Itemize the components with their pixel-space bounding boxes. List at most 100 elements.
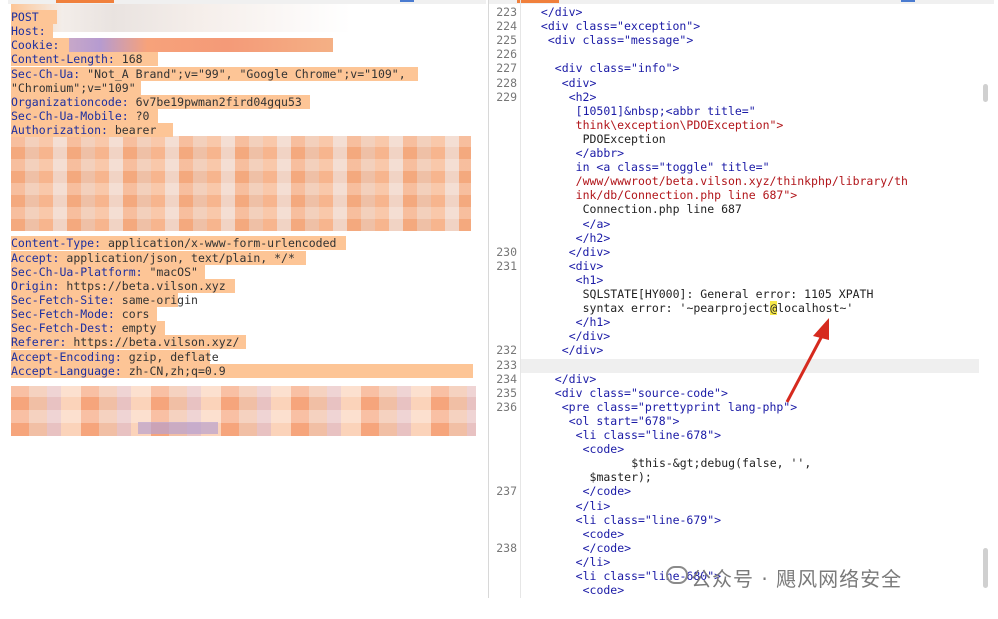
header-line: Organizationcode: 6v7be19pwman2fird04gqu… bbox=[11, 94, 310, 109]
header-value: 168 bbox=[114, 52, 143, 67]
code-line: <h2> bbox=[568, 89, 597, 104]
line-number: 231 bbox=[496, 258, 517, 273]
header-line: Content-Type: application/x-www-form-url… bbox=[11, 236, 346, 251]
code-line: <li class="line-678"> bbox=[575, 428, 722, 442]
code-line: <div class="message"> bbox=[547, 33, 694, 48]
header-name: Referer: bbox=[11, 335, 67, 350]
active-tab-indicator[interactable] bbox=[517, 0, 559, 3]
header-value: "Not_A Brand";v="99", "Google Chrome";v=… bbox=[80, 66, 406, 81]
code-line: </abbr> bbox=[575, 146, 625, 160]
code-line: <pre class="prettyprint lang-php"> bbox=[561, 399, 798, 414]
header-name: Content-Length: bbox=[11, 52, 115, 67]
scrollbar-thumb-lower[interactable] bbox=[983, 548, 988, 588]
wechat-icon bbox=[666, 566, 688, 584]
code-line: ink/db/Connection.php line 687"> bbox=[575, 188, 798, 203]
header-value: https://beta.vilson.xyz bbox=[59, 278, 226, 293]
code-line: <li class="line-679"> bbox=[575, 512, 722, 527]
code-line: <ol start="678"> bbox=[568, 413, 680, 428]
code-line: </h2> bbox=[575, 230, 611, 245]
header-name: Cookie: bbox=[11, 38, 60, 53]
redacted-area bbox=[68, 38, 333, 52]
header-name: Accept-Language: bbox=[11, 363, 122, 378]
header-name: POST bbox=[11, 10, 39, 24]
header-name: Sec-Fetch-Dest: bbox=[11, 321, 115, 336]
header-name: Sec-Ch-Ua: bbox=[11, 66, 81, 81]
redacted-area bbox=[11, 4, 351, 32]
redacted-area bbox=[138, 422, 218, 434]
header-name: Sec-Ch-Ua-Platform: bbox=[11, 264, 143, 279]
watermark: 公众号 · 飓风网络安全 bbox=[691, 567, 903, 591]
line-number: 229 bbox=[496, 89, 517, 104]
code-line: think\exception\PDOException"> bbox=[575, 117, 784, 132]
header-name: Sec-Fetch-Mode: bbox=[11, 307, 115, 322]
code-line: Connection.php line 687 bbox=[582, 202, 742, 217]
header-line: Sec-Ch-Ua: "Not_A Brand";v="99", "Google… bbox=[11, 66, 418, 81]
header-line: Accept-Encoding: gzip, deflate bbox=[11, 349, 219, 364]
code-line: <div> bbox=[561, 75, 597, 90]
header-name: Sec-Ch-Ua-Mobile: bbox=[11, 109, 129, 124]
header-line: Accept-Language: zh-CN,zh;q=0.9 bbox=[11, 363, 473, 378]
header-line: Origin: https://beta.vilson.xyz bbox=[11, 278, 235, 293]
header-line: Content-Length: 168 bbox=[11, 52, 158, 67]
header-value: https://beta.vilson.xyz/ bbox=[66, 335, 240, 350]
line-number: 227 bbox=[496, 61, 517, 76]
line-number: 235 bbox=[496, 385, 517, 400]
header-line: Authorization: bearer bbox=[11, 123, 173, 138]
code-line: SQLSTATE[HY000]: General error: 1105 XPA… bbox=[582, 287, 874, 301]
code-line: </div> bbox=[540, 5, 583, 19]
code-line: </code> bbox=[582, 484, 632, 499]
header-line: Sec-Ch-Ua-Mobile: ?0 bbox=[11, 109, 158, 124]
code-line: syntax error: '~pearproject bbox=[582, 301, 770, 316]
redacted-area-overlay bbox=[11, 386, 476, 436]
code-line: </div> bbox=[554, 371, 597, 386]
header-value: ?0 bbox=[128, 109, 150, 124]
header-value: application/json, text/plain, */* bbox=[59, 250, 295, 265]
header-line: Sec-Fetch-Site: same-origin bbox=[11, 293, 198, 307]
code-line: <div> bbox=[568, 258, 604, 273]
header-name: Authorization: bbox=[11, 123, 108, 138]
code-line: <div class="info"> bbox=[554, 61, 680, 76]
code-line: </div> bbox=[568, 244, 611, 259]
code-line: in <a class="toggle" title=" bbox=[575, 160, 770, 175]
scrollbar-thumb[interactable] bbox=[983, 84, 988, 102]
line-number: 230 bbox=[496, 244, 517, 259]
code-line: /www/wwwroot/beta.vilson.xyz/thinkphp/li… bbox=[575, 174, 908, 189]
code-line: <h1> bbox=[575, 272, 604, 287]
header-value: empty bbox=[114, 321, 157, 336]
code-line: $master); bbox=[589, 470, 652, 485]
request-pane: POST Host: Cookie: Content-Length: 168 Sec-C… bbox=[8, 0, 486, 598]
header-line: Accept: application/json, text/plain, */… bbox=[11, 250, 306, 265]
header-name: Sec-Fetch-Site: bbox=[11, 293, 115, 307]
tab-link[interactable] bbox=[901, 0, 915, 2]
header-line: Cookie: bbox=[11, 38, 69, 53]
code-line: <div class="exception"> bbox=[540, 19, 701, 34]
header-value: bearer bbox=[107, 123, 157, 138]
redacted-area-overlay bbox=[11, 136, 471, 231]
line-number: 233 bbox=[496, 357, 517, 372]
line-number: 223 bbox=[496, 5, 517, 19]
annotation-arrow bbox=[785, 318, 829, 403]
response-pane: 223 224 225 226 227 228 229 230 231 232 233 234 235 2… bbox=[488, 0, 994, 598]
header-line: Sec-Ch-Ua-Platform: "macOS" bbox=[11, 264, 205, 279]
header-value: "Chromium";v="109" bbox=[11, 80, 136, 95]
code-line: <code> bbox=[582, 583, 625, 598]
line-number: 224 bbox=[496, 19, 517, 34]
code-line: PDOException bbox=[582, 131, 666, 146]
line-number: 226 bbox=[496, 47, 517, 62]
header-value: same-origin bbox=[114, 293, 198, 307]
header-value: "macOS" bbox=[142, 264, 198, 279]
code-line: </a> bbox=[582, 216, 611, 231]
header-name: Accept: bbox=[11, 250, 60, 265]
code-line: [10501]&nbsp;<abbr title=" bbox=[575, 103, 756, 118]
header-name: Organizationcode: bbox=[11, 94, 129, 109]
active-tab-indicator[interactable] bbox=[56, 0, 114, 3]
header-line: Sec-Fetch-Dest: empty bbox=[11, 321, 165, 336]
tab-link[interactable] bbox=[400, 0, 414, 2]
code-line: </code> bbox=[582, 540, 632, 555]
code-line: $this-&gt;debug(false, '', bbox=[631, 456, 812, 471]
code-line: </div> bbox=[561, 343, 604, 358]
code-line: <code> bbox=[582, 442, 625, 457]
header-value: application/x-www-form-urlencoded bbox=[101, 236, 337, 251]
header-line: Host: bbox=[11, 24, 53, 39]
code-line: </div> bbox=[568, 329, 611, 344]
